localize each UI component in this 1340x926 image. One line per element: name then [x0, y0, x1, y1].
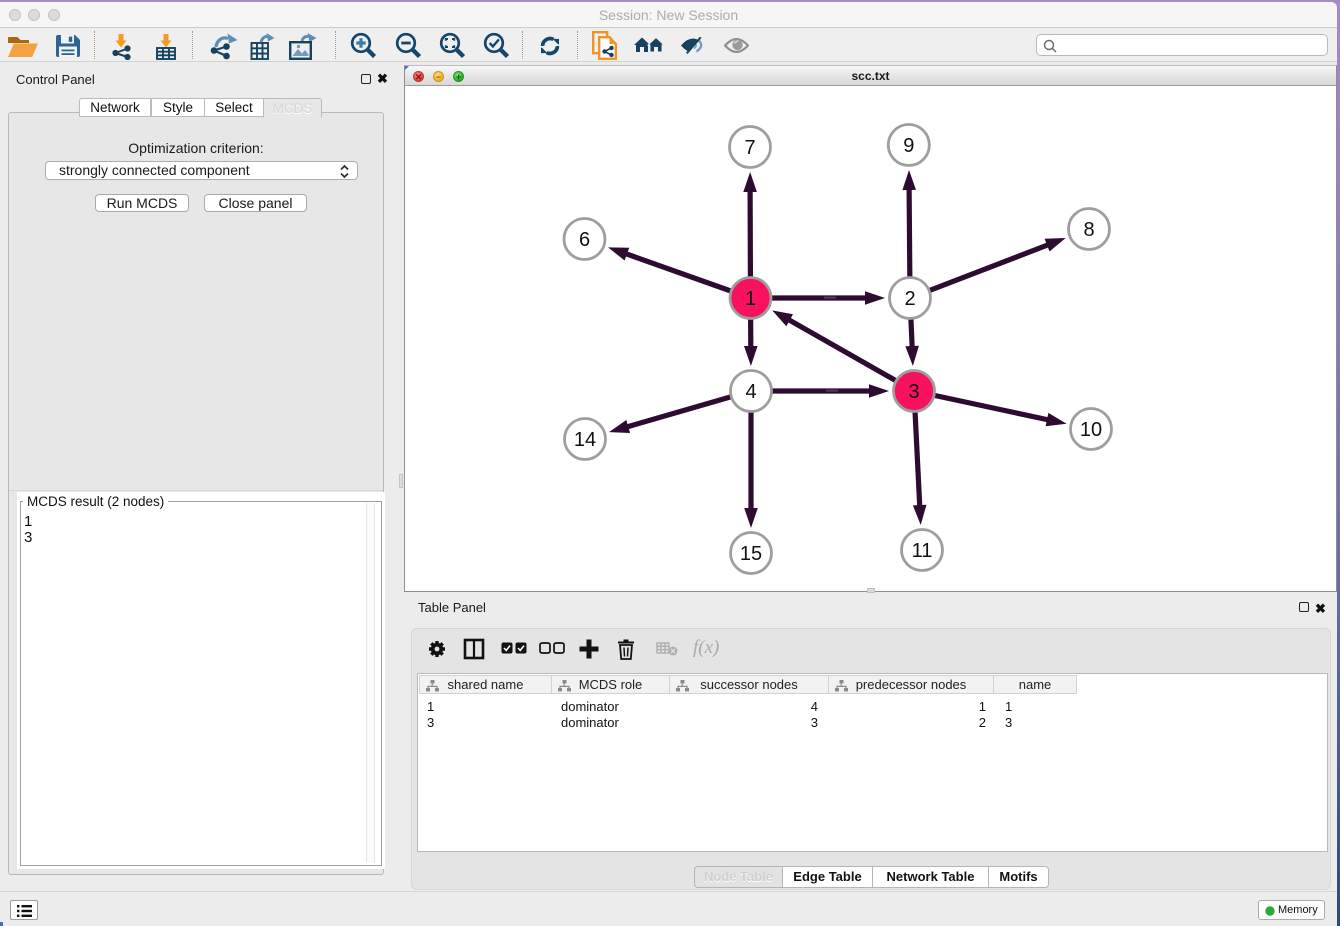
- svg-text:3: 3: [908, 381, 919, 403]
- svg-text:8: 8: [1083, 219, 1094, 241]
- svg-text:7: 7: [744, 137, 755, 159]
- svg-text:9: 9: [903, 135, 914, 157]
- svg-text:6: 6: [579, 229, 590, 251]
- svg-text:10: 10: [1080, 419, 1102, 441]
- svg-text:4: 4: [745, 381, 756, 403]
- svg-text:2: 2: [904, 288, 915, 310]
- svg-text:14: 14: [574, 429, 596, 451]
- svg-text:11: 11: [912, 540, 933, 562]
- svg-text:15: 15: [740, 543, 762, 565]
- svg-text:1: 1: [745, 288, 756, 310]
